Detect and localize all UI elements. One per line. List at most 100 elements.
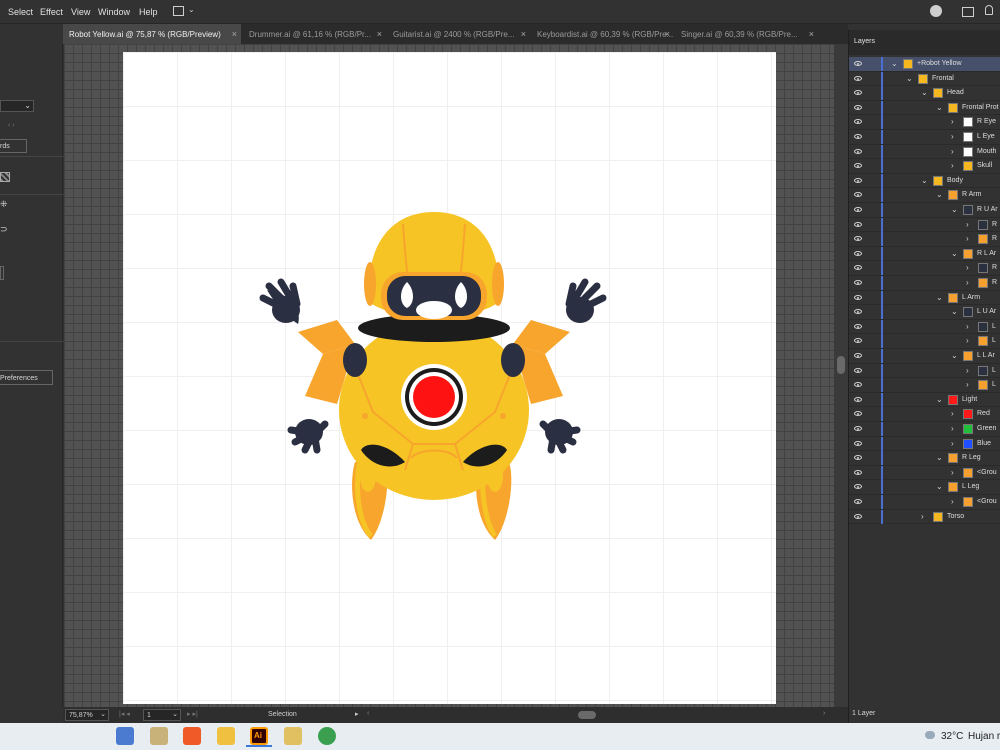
layer-row[interactable]: › R Eye xyxy=(849,115,1000,130)
close-icon[interactable]: × xyxy=(521,29,526,39)
menu-window[interactable]: Window xyxy=(98,7,130,17)
chevron-right-icon[interactable]: › xyxy=(921,512,924,521)
eye-visibility-icon[interactable] xyxy=(854,353,862,358)
brave-browser-icon[interactable] xyxy=(183,727,201,745)
chevron-right-icon[interactable]: › xyxy=(951,424,954,433)
eye-visibility-icon[interactable] xyxy=(854,236,862,242)
chevron-right-icon[interactable]: › xyxy=(966,380,969,389)
workspace-switcher-icon[interactable] xyxy=(173,6,184,16)
vertical-scrollbar[interactable] xyxy=(834,44,848,707)
artboard-select[interactable]: 1 ⌄ xyxy=(143,709,181,721)
chevron-down-icon[interactable]: ⌄ xyxy=(936,395,943,404)
layer-row[interactable]: › Mouth xyxy=(849,144,1000,160)
chevron-down-icon[interactable]: ⌄ xyxy=(188,5,195,14)
layer-row[interactable]: ⌄ R Leg xyxy=(849,451,1000,466)
eye-visibility-icon[interactable] xyxy=(854,75,862,81)
chevron-right-icon[interactable]: › xyxy=(951,468,954,477)
eye-visibility-icon[interactable] xyxy=(854,338,862,344)
layer-row[interactable]: ⌄ R U Ar xyxy=(849,203,1000,218)
layer-row[interactable]: › Red xyxy=(849,407,1000,422)
layer-row[interactable]: › <Grou xyxy=(849,465,1000,481)
chevron-right-icon[interactable]: › xyxy=(966,322,969,331)
preferences-button[interactable]: Preferences xyxy=(0,370,53,385)
eye-visibility-icon[interactable] xyxy=(854,294,862,300)
layer-row[interactable]: ⌄ L Leg xyxy=(849,480,1000,495)
close-icon[interactable]: × xyxy=(232,29,237,39)
transparency-grid-icon[interactable] xyxy=(0,172,10,182)
layer-row[interactable]: › Green xyxy=(849,422,1000,437)
chevron-down-icon[interactable]: ⌄ xyxy=(951,351,958,360)
chevron-right-icon[interactable]: › xyxy=(951,409,954,418)
snap-point-icon[interactable]: ⁜ xyxy=(0,199,8,210)
layer-row[interactable]: ⌄ Light xyxy=(849,392,1000,408)
layer-row[interactable]: ⌄ Frontal Prot xyxy=(849,100,1000,116)
eye-visibility-icon[interactable] xyxy=(854,163,862,169)
artboard-nav-prev-icon[interactable]: |◂ ◂ xyxy=(119,710,130,718)
preset-dropdown[interactable]: ⌄ xyxy=(0,100,34,112)
tab-singer[interactable]: Singer.ai @ 60,39 % (RGB/Pre... × xyxy=(675,24,818,44)
eye-visibility-icon[interactable] xyxy=(854,90,862,96)
tab-robot-yellow[interactable]: Robot Yellow.ai @ 75,87 % (RGB/Preview) × xyxy=(63,24,241,44)
chevron-down-icon[interactable]: ⌄ xyxy=(936,482,943,491)
chevron-right-icon[interactable]: › xyxy=(951,439,954,448)
layer-row[interactable]: › L xyxy=(849,319,1000,335)
menu-effect[interactable]: Effect xyxy=(40,7,63,17)
close-icon[interactable]: × xyxy=(665,29,670,39)
pen-tool-app-icon[interactable] xyxy=(150,727,168,745)
status-arrow-icon[interactable]: ▸ xyxy=(355,710,359,718)
layer-row[interactable]: ⌄ R Arm xyxy=(849,188,1000,203)
robot-illustration[interactable] xyxy=(123,52,776,704)
chevron-right-icon[interactable]: › xyxy=(951,117,954,126)
illustrator-app-icon[interactable]: Ai xyxy=(250,727,268,745)
menu-view[interactable]: View xyxy=(71,7,90,17)
chevron-right-icon[interactable]: › xyxy=(966,220,969,229)
desktop-app-icon[interactable] xyxy=(116,727,134,745)
zoom-select[interactable]: 75,87% ⌄ xyxy=(65,709,109,721)
scroll-right-icon[interactable]: › xyxy=(823,710,825,717)
eye-visibility-icon[interactable] xyxy=(854,177,862,183)
chevron-right-icon[interactable]: › xyxy=(966,234,969,243)
layer-row[interactable]: ⌄ Head xyxy=(849,86,1000,101)
chevron-down-icon[interactable]: ⌄ xyxy=(891,59,898,68)
download-manager-icon[interactable] xyxy=(318,727,336,745)
chevron-down-icon[interactable]: ⌄ xyxy=(951,205,958,214)
eye-visibility-icon[interactable] xyxy=(854,323,862,329)
eye-visibility-icon[interactable] xyxy=(854,280,862,285)
layer-row[interactable]: ⌄ Body xyxy=(849,173,1000,189)
eye-visibility-icon[interactable] xyxy=(854,119,862,125)
layer-row[interactable]: › L xyxy=(849,363,1000,379)
eye-visibility-icon[interactable] xyxy=(854,382,862,388)
chevron-right-icon[interactable]: › xyxy=(951,132,954,141)
eye-visibility-icon[interactable] xyxy=(854,367,862,373)
layer-row[interactable]: › <Grou xyxy=(849,495,1000,510)
tab-keyboardist[interactable]: Keyboardist.ai @ 60,39 % (RGB/Pre... × xyxy=(531,24,674,44)
eye-visibility-icon[interactable] xyxy=(854,469,862,475)
scroll-left-icon[interactable]: ‹ xyxy=(367,710,369,717)
eye-visibility-icon[interactable] xyxy=(854,148,862,154)
chevron-down-icon[interactable]: ⌄ xyxy=(921,176,928,185)
layer-row[interactable]: › L xyxy=(849,334,1000,349)
chevron-right-icon[interactable]: › xyxy=(951,161,954,170)
layer-row[interactable]: › L xyxy=(849,378,1000,393)
eye-visibility-icon[interactable] xyxy=(854,440,862,446)
chevron-right-icon[interactable]: › xyxy=(966,263,969,272)
eye-visibility-icon[interactable] xyxy=(854,309,862,315)
lightbulb-icon[interactable] xyxy=(985,5,993,15)
layer-row[interactable]: ⌄ L U Ar xyxy=(849,305,1000,320)
layer-row[interactable]: › Blue xyxy=(849,436,1000,452)
layer-row[interactable]: ⌄ L Arm xyxy=(849,290,1000,306)
close-icon[interactable]: × xyxy=(809,29,814,39)
eye-visibility-icon[interactable] xyxy=(854,221,862,227)
layer-row[interactable]: › R xyxy=(849,232,1000,247)
eye-visibility-icon[interactable] xyxy=(854,192,862,198)
layer-row[interactable]: ⌄ Frontal xyxy=(849,71,1000,87)
eye-visibility-icon[interactable] xyxy=(854,455,862,461)
close-icon[interactable]: × xyxy=(377,29,382,39)
media-player-icon[interactable] xyxy=(284,727,302,745)
chevron-right-icon[interactable]: › xyxy=(966,278,969,287)
chevron-down-icon[interactable]: ⌄ xyxy=(936,453,943,462)
scrollbar-thumb[interactable] xyxy=(837,356,845,374)
horizontal-scroll-thumb[interactable] xyxy=(578,711,596,719)
artboards-button[interactable]: rds xyxy=(0,139,27,153)
chevron-right-icon[interactable]: › xyxy=(966,336,969,345)
